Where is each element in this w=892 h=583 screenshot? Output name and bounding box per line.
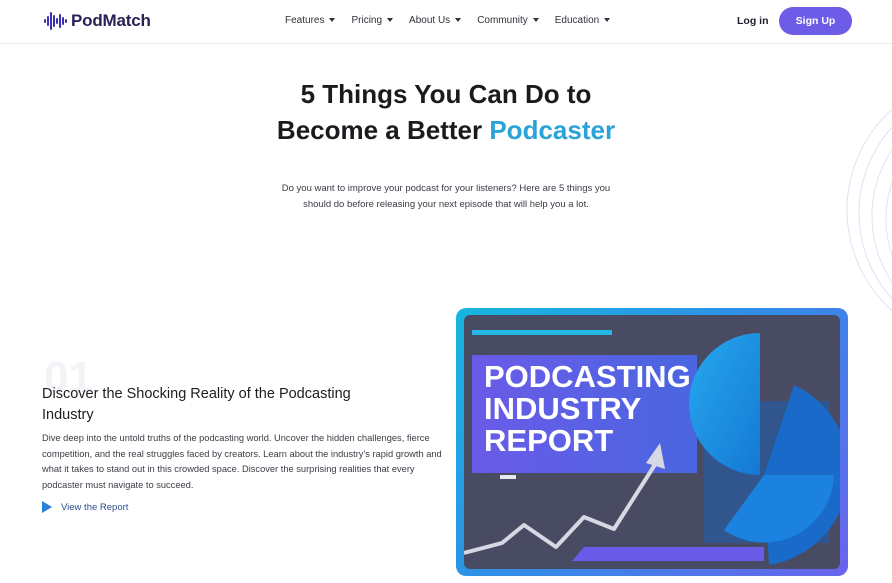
decorative-arcs — [846, 108, 892, 312]
page-title-accent: Podcaster — [489, 115, 616, 145]
nav-about-us-label: About Us — [409, 15, 451, 26]
nav-features-label: Features — [285, 15, 325, 26]
view-report-label: View the Report — [61, 501, 129, 513]
site-header: PodMatch Features Pricing About Us Commu… — [0, 0, 892, 44]
report-card-image[interactable]: PODCASTING INDUSTRY REPORT — [464, 315, 840, 569]
caret-down-icon — [329, 17, 336, 22]
article-title: Discover the Shocking Reality of the Pod… — [42, 386, 351, 423]
caret-down-icon — [604, 17, 611, 22]
logo-text-match: Match — [102, 11, 151, 30]
nav-community[interactable]: Community — [477, 15, 539, 26]
nav-about-us[interactable]: About Us — [409, 15, 462, 26]
logo-text-pod: Pod — [71, 11, 103, 30]
bottom-bar-accent — [572, 547, 764, 561]
nav-education-label: Education — [554, 15, 600, 26]
caret-down-icon — [455, 17, 462, 22]
play-arrow-icon — [42, 501, 52, 513]
page-subtitle-line2: should do before releasing your next epi… — [303, 199, 589, 210]
view-report-link[interactable]: View the Report — [42, 501, 128, 513]
logo[interactable]: PodMatch — [44, 9, 151, 33]
top-bar-accent — [472, 330, 612, 335]
trend-line — [464, 461, 658, 555]
page-subtitle: Do you want to improve your podcast for … — [240, 181, 652, 213]
main-nav: Features Pricing About Us Community Educ… — [285, 15, 611, 26]
caret-down-icon — [387, 17, 394, 22]
nav-pricing-label: Pricing — [351, 15, 383, 26]
logo-text: PodMatch — [71, 11, 151, 31]
page-title-line2: Become a Better Podcaster — [0, 112, 892, 148]
nav-pricing[interactable]: Pricing — [351, 15, 394, 26]
article-body: Dive deep into the untold truths of the … — [42, 433, 442, 490]
nav-education[interactable]: Education — [554, 15, 611, 26]
caret-down-icon — [532, 17, 539, 22]
page-title: 5 Things You Can Do to Become a Better P… — [0, 76, 892, 148]
dash-mark — [500, 475, 516, 479]
pie-slice-main — [689, 333, 760, 475]
signup-button[interactable]: Sign Up — [779, 7, 852, 35]
nav-features[interactable]: Features — [285, 15, 336, 26]
page-title-line2-plain: Become a Better — [276, 115, 490, 145]
report-line1: PODCASTING — [484, 359, 691, 394]
report-line3: REPORT — [484, 423, 613, 458]
login-link[interactable]: Log in — [737, 15, 769, 27]
page-title-line1: 5 Things You Can Do to — [300, 79, 592, 109]
waveform-logo-icon — [44, 12, 67, 30]
report-illustration: PODCASTING INDUSTRY REPORT — [464, 330, 840, 565]
nav-community-label: Community — [477, 15, 528, 26]
page-subtitle-line1: Do you want to improve your podcast for … — [281, 183, 611, 194]
report-line2: INDUSTRY — [484, 391, 642, 426]
